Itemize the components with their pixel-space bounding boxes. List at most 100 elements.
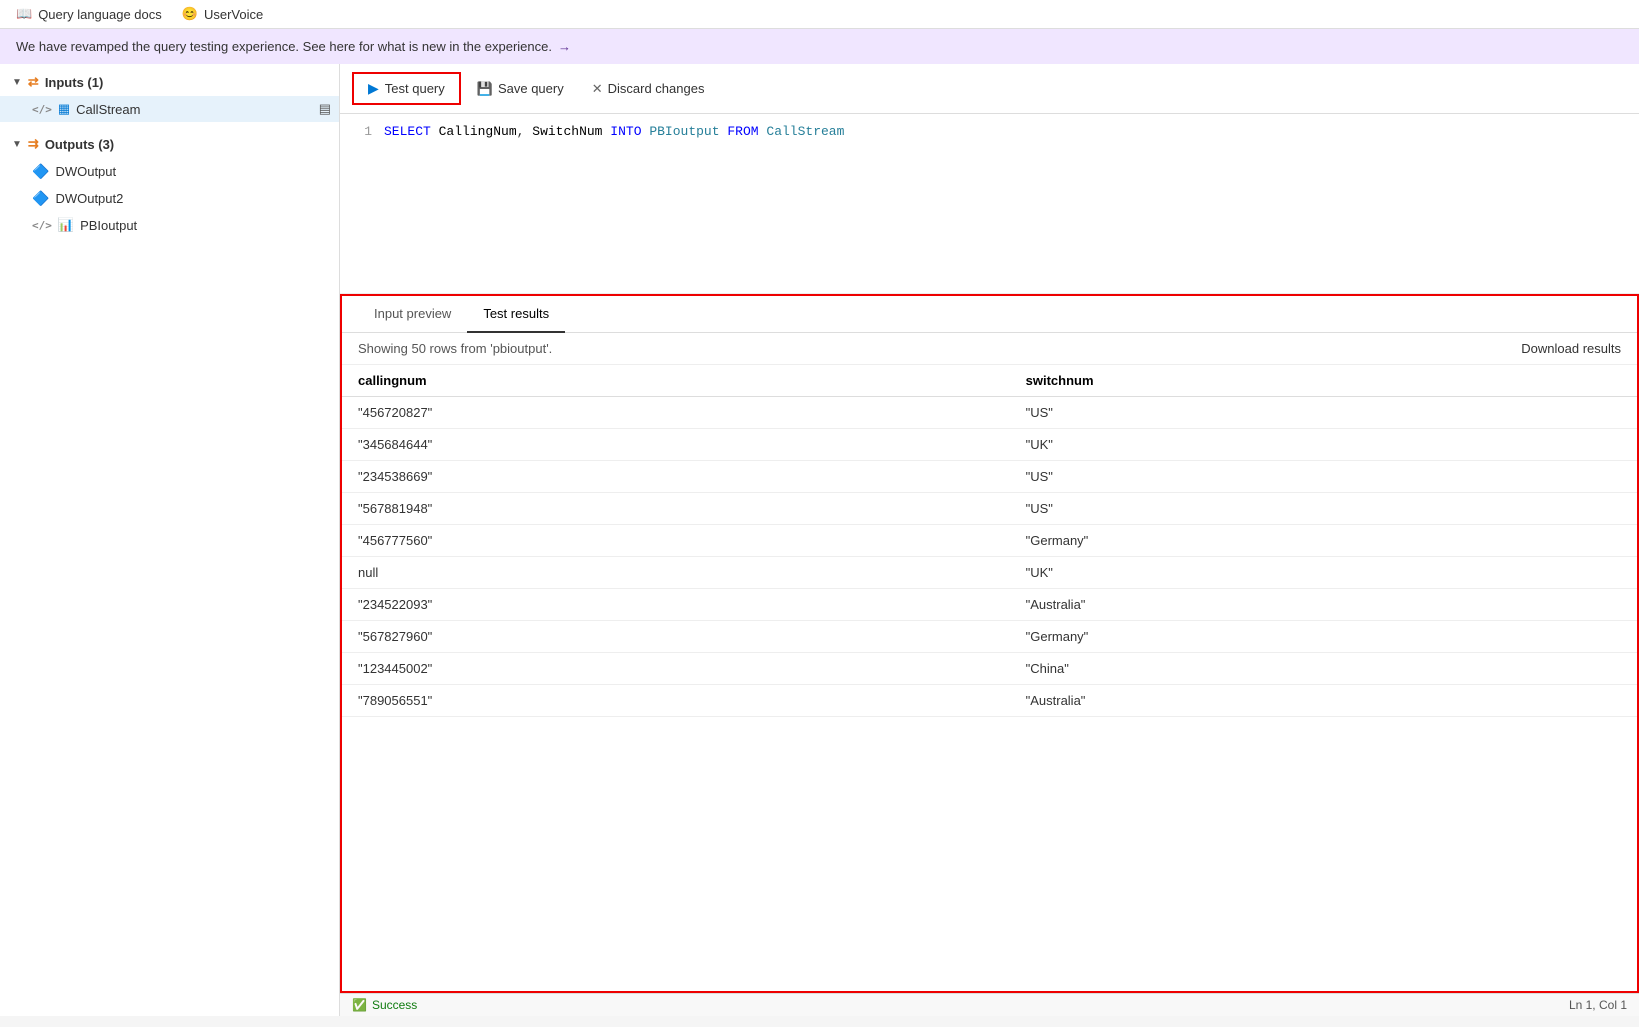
play-icon: ▶ [368,80,379,97]
inputs-section-header[interactable]: ▼ ⇄ Inputs (1) [0,68,339,96]
cell-6-1: "Australia" [1010,589,1637,621]
dwoutput2-label: DWOutput2 [55,191,123,206]
download-results-link[interactable]: Download results [1521,341,1621,356]
callstream-stream-icon: ▦ [58,101,70,117]
kw-into: INTO [610,124,641,139]
cell-4-1: "Germany" [1010,525,1637,557]
comma1: , [517,124,525,139]
sidebar: ▼ ⇄ Inputs (1) </> ▦ CallStream ▤ ▼ ⇉ Ou… [0,64,340,1016]
table-row: "234538669""US" [342,461,1637,493]
query-line-1: 1 SELECT CallingNum, SwitchNum INTO PBIo… [352,122,1627,141]
table-row: "234522093""Australia" [342,589,1637,621]
table-row: "456720827""US" [342,397,1637,429]
cell-8-0: "123445002" [342,653,1010,685]
table-header-row: callingnum switchnum [342,365,1637,397]
cell-0-1: "US" [1010,397,1637,429]
table-row: "345684644""UK" [342,429,1637,461]
results-toolbar: Showing 50 rows from 'pbioutput'. Downlo… [342,333,1637,365]
test-query-label: Test query [385,81,445,96]
tab-test-results[interactable]: Test results [467,296,565,333]
line-number: 1 [352,124,372,139]
col-header-callingnum: callingnum [342,365,1010,397]
pbi-code-icon: </> [32,219,52,232]
col-switchnum: SwitchNum [532,124,602,139]
table-row: "567881948""US" [342,493,1637,525]
cell-5-0: null [342,557,1010,589]
callstream-label: CallStream [76,102,140,117]
outputs-section-header[interactable]: ▼ ⇉ Outputs (3) [0,130,339,158]
outputs-label: Outputs (3) [45,137,114,152]
discard-icon: ✕ [592,81,603,97]
tbl-callstream: CallStream [766,124,844,139]
cell-1-1: "UK" [1010,429,1637,461]
banner-text: We have revamped the query testing exper… [16,39,552,54]
col-callingnum: CallingNum [439,124,517,139]
cell-1-0: "345684644" [342,429,1010,461]
cell-9-1: "Australia" [1010,685,1637,717]
content-area: ▶ Test query 💾 Save query ✕ Discard chan… [340,64,1639,1016]
dw-icon: 🔷 [32,163,49,180]
query-docs-label: Query language docs [38,7,162,22]
results-showing-text: Showing 50 rows from 'pbioutput'. [358,341,552,356]
cell-3-0: "567881948" [342,493,1010,525]
uservoice-icon: 😊 [182,6,198,22]
pbioutput-label: PBIoutput [80,218,137,233]
results-table-container[interactable]: callingnum switchnum "456720827""US""345… [342,365,1637,991]
save-icon: 💾 [477,81,493,97]
test-query-button[interactable]: ▶ Test query [352,72,461,105]
results-table: callingnum switchnum "456720827""US""345… [342,365,1637,717]
cell-9-0: "789056551" [342,685,1010,717]
sidebar-item-dwoutput2[interactable]: 🔷 DWOutput2 [0,185,339,212]
cell-5-1: "UK" [1010,557,1637,589]
discard-changes-label: Discard changes [608,81,705,96]
kw-from: FROM [727,124,758,139]
cell-2-1: "US" [1010,461,1637,493]
inputs-chevron-icon: ▼ [12,77,22,88]
kw-select: SELECT [384,124,431,139]
inputs-label: Inputs (1) [45,75,104,90]
cell-7-0: "567827960" [342,621,1010,653]
cell-3-1: "US" [1010,493,1637,525]
banner-link[interactable]: → [558,39,571,54]
cursor-position: Ln 1, Col 1 [1569,998,1627,1012]
sidebar-item-callstream[interactable]: </> ▦ CallStream ▤ [0,96,339,122]
tab-input-preview[interactable]: Input preview [358,296,467,333]
toolbar: ▶ Test query 💾 Save query ✕ Discard chan… [340,64,1639,114]
cell-2-0: "234538669" [342,461,1010,493]
success-check-icon: ✅ [352,998,367,1012]
cell-8-1: "China" [1010,653,1637,685]
callstream-actions: ▤ [319,101,331,117]
table-row: null"UK" [342,557,1637,589]
table-row: "789056551""Australia" [342,685,1637,717]
save-query-label: Save query [498,81,564,96]
status-text: Success [372,998,417,1012]
callstream-action-icon[interactable]: ▤ [319,101,331,117]
out-pbioutput: PBIoutput [649,124,719,139]
results-tabs: Input preview Test results [342,296,1637,333]
cell-7-1: "Germany" [1010,621,1637,653]
uservoice-link[interactable]: 😊 UserVoice [182,6,263,22]
top-bar: 📖 Query language docs 😊 UserVoice [0,0,1639,29]
outputs-chevron-icon: ▼ [12,139,22,150]
query-content: SELECT CallingNum, SwitchNum INTO PBIout… [384,124,844,139]
sidebar-item-pbioutput[interactable]: </> 📊 PBIoutput [0,212,339,238]
outputs-icon: ⇉ [28,136,39,152]
announcement-banner: We have revamped the query testing exper… [0,29,1639,64]
uservoice-label: UserVoice [204,7,263,22]
dwoutput-label: DWOutput [55,164,116,179]
main-layout: ▼ ⇄ Inputs (1) </> ▦ CallStream ▤ ▼ ⇉ Ou… [0,64,1639,1016]
cell-0-0: "456720827" [342,397,1010,429]
pbi-chart-icon: 📊 [58,217,74,233]
query-docs-link[interactable]: 📖 Query language docs [16,6,162,22]
inputs-icon: ⇄ [28,74,39,90]
dw2-icon: 🔷 [32,190,49,207]
table-row: "123445002""China" [342,653,1637,685]
sidebar-item-dwoutput[interactable]: 🔷 DWOutput [0,158,339,185]
discard-changes-button[interactable]: ✕ Discard changes [580,75,717,103]
table-row: "456777560""Germany" [342,525,1637,557]
save-query-button[interactable]: 💾 Save query [465,75,576,103]
cell-6-0: "234522093" [342,589,1010,621]
callstream-code-icon: </> [32,103,52,116]
status-success: ✅ Success [352,998,417,1012]
query-editor[interactable]: 1 SELECT CallingNum, SwitchNum INTO PBIo… [340,114,1639,294]
